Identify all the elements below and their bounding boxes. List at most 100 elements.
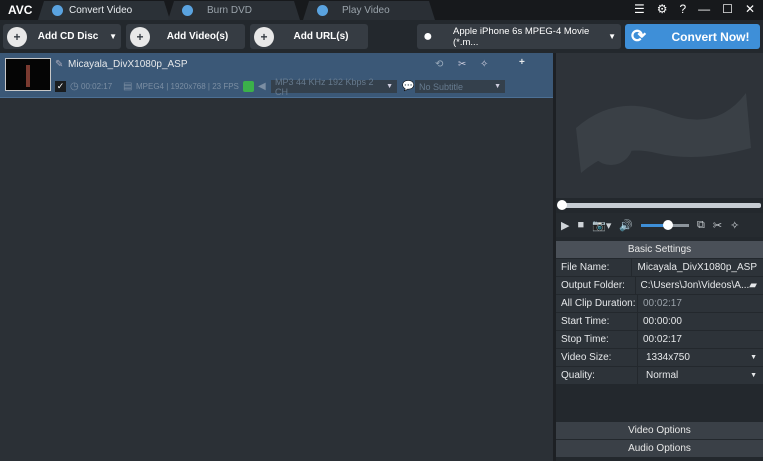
button-label: Add Video(s) — [166, 31, 229, 42]
setting-key: Stop Time: — [556, 331, 638, 348]
button-label: Add URL(s) — [293, 31, 349, 42]
phone-icon — [243, 81, 254, 92]
clock-icon: ◷ — [70, 81, 79, 92]
edit-icon[interactable]: ✎ — [55, 59, 63, 70]
video-thumbnail — [5, 58, 51, 91]
setting-key: Quality: — [556, 367, 638, 384]
snapshot-icon[interactable]: 📷▾ — [592, 219, 611, 232]
maximize-icon[interactable]: ☐ — [722, 2, 733, 16]
disc-icon — [182, 5, 193, 16]
help-icon[interactable]: ? — [679, 2, 686, 16]
tab-convert-video[interactable]: Convert Video — [38, 1, 170, 20]
setting-row-clip-duration: All Clip Duration: 00:02:17 — [556, 295, 763, 313]
speaker-icon: ◀ — [258, 81, 266, 92]
crop-icon[interactable]: ⧉ — [697, 219, 705, 232]
audio-track-select[interactable]: MP3 44 KHz 192 Kbps 2 CH ▼ — [271, 77, 397, 97]
basic-settings-header[interactable]: Basic Settings — [556, 241, 763, 258]
volume-slider[interactable] — [641, 219, 690, 230]
chevron-down-icon[interactable]: ▼ — [109, 32, 117, 41]
button-label: Convert Now! — [671, 29, 750, 44]
setting-key: File Name: — [556, 259, 633, 276]
globe-add-icon: + — [254, 26, 274, 47]
refresh-icon: ⟳ — [631, 26, 647, 46]
scissors-icon[interactable]: ✂ — [458, 59, 466, 70]
play-icon[interactable]: ▶ — [561, 219, 569, 232]
setting-value[interactable]: C:\Users\Jon\Videos\A... ▰ — [636, 277, 763, 294]
effects-icon[interactable]: ✧ — [480, 59, 488, 70]
app-logo: AVC — [8, 3, 33, 17]
value-text: 00:00:00 — [643, 316, 682, 327]
minimize-icon[interactable]: — — [698, 2, 710, 16]
seek-handle[interactable] — [557, 200, 567, 210]
video-preview — [556, 53, 763, 198]
setting-value[interactable]: 00:00:00 — [638, 313, 763, 330]
setting-row-output-folder: Output Folder: C:\Users\Jon\Videos\A... ▰ — [556, 277, 763, 295]
tab-label: Play Video — [342, 5, 390, 16]
setting-key: All Clip Duration: — [556, 295, 638, 312]
setting-value: 00:02:17 — [638, 295, 763, 312]
value-text: Normal — [646, 370, 679, 381]
apple-icon: ● — [423, 27, 433, 45]
plus-icon[interactable]: + — [519, 57, 525, 68]
film-add-icon: + — [130, 26, 150, 47]
effects-icon[interactable]: ✧ — [730, 219, 739, 232]
chevron-down-icon: ▼ — [386, 83, 393, 90]
subtitle-select[interactable]: No Subtitle ▼ — [415, 80, 505, 93]
setting-value[interactable]: Micayala_DivX1080p_ASP — [632, 259, 763, 276]
add-video-button[interactable]: + Add Video(s) — [126, 24, 245, 49]
setting-row-stop-time: Stop Time: 00:02:17 — [556, 331, 763, 349]
add-url-button[interactable]: + Add URL(s) — [250, 24, 368, 49]
tab-burn-dvd[interactable]: Burn DVD — [168, 1, 300, 20]
checkbox[interactable]: ✓ — [55, 81, 66, 92]
film-reel-icon — [576, 93, 751, 173]
folder-icon[interactable]: ▰ — [749, 280, 757, 291]
setting-key: Video Size: — [556, 349, 638, 366]
setting-value[interactable]: 1334x750 ▼ — [638, 349, 763, 366]
audio-options-header[interactable]: Audio Options — [556, 440, 763, 457]
chevron-down-icon: ▼ — [750, 372, 757, 379]
value-text: 1334x750 — [646, 352, 690, 363]
convert-now-button[interactable]: ⟳ Convert Now! — [625, 24, 760, 49]
film-icon: ▤ — [123, 81, 133, 92]
button-label: Add CD Disc — [37, 31, 99, 42]
cd-add-icon: + — [7, 26, 27, 47]
list-item[interactable]: ✎ Micayala_DivX1080p_ASP ⟲ ✂ ✧ + ✓ ◷ 00:… — [0, 53, 553, 98]
value-text: 00:02:17 — [643, 298, 682, 309]
right-panel: ▶ ■ 📷▾ 🔊 ⧉ ✂ ✧ Basic Settings File Name:… — [556, 53, 763, 461]
refresh-icon[interactable]: ⟲ — [435, 59, 443, 70]
chevron-down-icon: ▼ — [750, 354, 757, 361]
profile-label: Apple iPhone 6s MPEG-4 Movie (*.m... — [453, 25, 590, 48]
setting-row-start-time: Start Time: 00:00:00 — [556, 313, 763, 331]
tab-label: Burn DVD — [207, 5, 253, 16]
value-text: Micayala_DivX1080p_ASP — [637, 262, 757, 273]
log-icon[interactable]: ☰ — [634, 2, 645, 16]
tab-play-video[interactable]: Play Video — [303, 1, 435, 20]
duration: 00:02:17 — [81, 82, 113, 91]
seek-bar[interactable] — [557, 200, 761, 210]
setting-key: Output Folder: — [556, 277, 636, 294]
stop-icon[interactable]: ■ — [577, 219, 584, 231]
value-text: 00:02:17 — [643, 334, 682, 345]
setting-value[interactable]: Normal ▼ — [638, 367, 763, 384]
window-controls: ☰ ⚙ ? — ☐ ✕ — [634, 2, 755, 16]
video-options-header[interactable]: Video Options — [556, 422, 763, 439]
video-info: MPEG4 | 1920x768 | 23 FPS — [136, 82, 239, 91]
close-icon[interactable]: ✕ — [745, 2, 755, 16]
subtitle-label: No Subtitle — [419, 81, 464, 92]
setting-row-quality: Quality: Normal ▼ — [556, 367, 763, 385]
profile-select[interactable]: ● Apple iPhone 6s MPEG-4 Movie (*.m... ▼ — [417, 24, 621, 49]
volume-icon[interactable]: 🔊 — [619, 219, 633, 232]
title-bar: AVC Convert Video Burn DVD Play Video ☰ … — [0, 0, 763, 20]
add-cd-disc-button[interactable]: + Add CD Disc ▼ — [3, 24, 121, 49]
setting-row-video-size: Video Size: 1334x750 ▼ — [556, 349, 763, 367]
tab-label: Convert Video — [69, 5, 133, 16]
toolbar: + Add CD Disc ▼ + Add Video(s) + Add URL(s) … — [0, 20, 763, 53]
setting-value[interactable]: 00:02:17 — [638, 331, 763, 348]
setting-row-file-name: File Name: Micayala_DivX1080p_ASP — [556, 259, 763, 277]
scissors-icon[interactable]: ✂ — [713, 219, 722, 232]
gear-icon[interactable]: ⚙ — [657, 2, 668, 16]
subtitle-icon: 💬 — [402, 81, 415, 92]
chevron-down-icon: ▼ — [608, 32, 616, 41]
player-controls: ▶ ■ 📷▾ 🔊 ⧉ ✂ ✧ — [556, 213, 763, 237]
convert-icon — [52, 5, 63, 16]
